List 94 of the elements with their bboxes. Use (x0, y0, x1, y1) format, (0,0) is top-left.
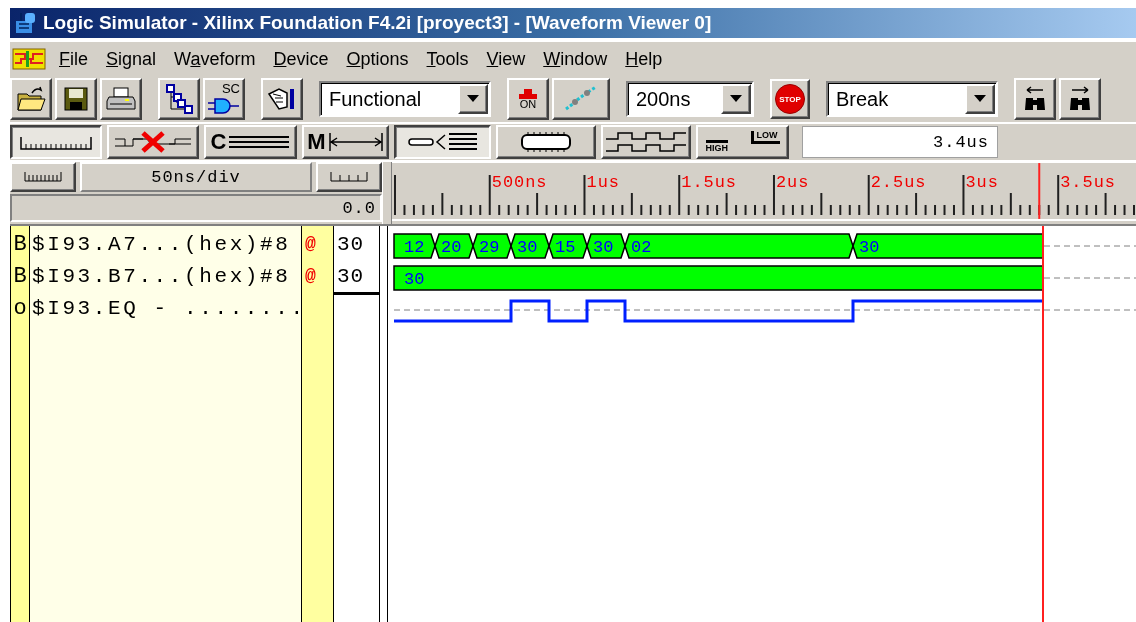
find-next-button[interactable] (1059, 78, 1101, 120)
menu-item[interactable]: Waveform (165, 48, 265, 70)
menu-item[interactable]: Tools (417, 48, 478, 70)
caret-icon (467, 95, 479, 103)
align-icon (406, 131, 479, 153)
step-dropdown[interactable]: 200ns (626, 81, 754, 117)
menu-item[interactable]: Options (337, 48, 418, 70)
align-button[interactable] (394, 125, 491, 159)
comment-button[interactable]: C (204, 125, 297, 159)
offset-field: 0.0 (10, 194, 382, 222)
gate-icon (207, 97, 241, 115)
bus-value: 02 (631, 238, 652, 257)
clock-button[interactable] (601, 125, 691, 159)
time-label: 2us (775, 173, 810, 192)
menu-item[interactable]: Device (264, 48, 338, 70)
save-icon (63, 86, 89, 112)
break-dropdown[interactable]: Break (826, 81, 998, 117)
measure-icon (327, 131, 384, 153)
bus-segment (472, 233, 512, 259)
stop-button[interactable]: STOP (770, 79, 810, 119)
marker: @ (305, 234, 316, 254)
comment-lines-icon (228, 134, 291, 150)
menu-item[interactable]: Window (534, 48, 617, 70)
signal-name[interactable]: $I93.A7...(hex)#8 (32, 232, 291, 256)
schematic-button[interactable]: SC (203, 78, 245, 120)
find-previous-button[interactable] (1014, 78, 1056, 120)
signal-value: 30 (337, 232, 365, 256)
dropdown-button[interactable] (721, 84, 751, 114)
pointer-button[interactable] (261, 78, 303, 120)
power-on-button[interactable]: ON (507, 78, 549, 120)
bus-value: 15 (555, 238, 576, 257)
time-label: 2.5us (870, 173, 927, 192)
signal-type: B (13, 231, 27, 257)
menu-item[interactable]: View (477, 48, 535, 70)
time-label: 3us (965, 173, 999, 192)
time-label: 1.5us (681, 173, 738, 192)
app-icon (13, 11, 37, 35)
cursor-line (1038, 162, 1041, 220)
signal-value: 30 (337, 264, 365, 288)
ruler-icon (20, 134, 92, 150)
zoom-out-button[interactable] (316, 162, 382, 192)
folder-icon (16, 86, 46, 112)
signal-type: o (13, 295, 27, 321)
dropdown-button[interactable] (965, 84, 995, 114)
time-label: 500ns (491, 173, 548, 192)
signal-type: B (13, 263, 27, 289)
clock-wave-icon (605, 130, 687, 154)
caret-icon (730, 95, 742, 103)
bus-value: 30 (517, 238, 538, 257)
menu-item[interactable]: Signal (97, 48, 166, 70)
hierarchy-icon (165, 84, 193, 114)
printer-icon (106, 86, 136, 112)
caret-icon (974, 95, 986, 103)
high-low-button[interactable]: HIGH LOW (696, 125, 789, 159)
signal-name[interactable]: $I93.B7...(hex)#8 (32, 264, 291, 288)
bus-value: 30 (404, 270, 425, 289)
hierarchy-button[interactable] (158, 78, 200, 120)
bus-segment (510, 233, 550, 259)
ruler-button[interactable] (10, 125, 102, 159)
binoculars-icon (1068, 86, 1092, 112)
bus-value: 30 (593, 238, 614, 257)
delete-transition-icon (113, 130, 193, 154)
save-button[interactable] (55, 78, 97, 120)
switch-icon (519, 89, 537, 99)
dropdown-button[interactable] (458, 84, 488, 114)
delete-transition-button[interactable] (107, 125, 199, 159)
signal-name[interactable]: $I93.EQ - ........ (32, 296, 306, 320)
time-label: 3.5us (1060, 173, 1116, 192)
bus-value: 29 (479, 238, 500, 257)
chip-icon (520, 131, 572, 153)
open-button[interactable] (10, 78, 52, 120)
zoom-in-button[interactable] (10, 162, 76, 192)
bus-value: 30 (859, 238, 880, 257)
binoculars-icon (1023, 86, 1047, 112)
bus-segment (434, 233, 474, 259)
measure-button[interactable]: M (302, 125, 389, 159)
time-label: 1us (586, 173, 620, 192)
bus-segment (393, 233, 436, 259)
bus-button[interactable] (496, 125, 596, 159)
bus-segment (548, 233, 588, 259)
marker: @ (305, 266, 316, 286)
scale-label: 50ns/div (80, 162, 312, 192)
bus-value: 20 (441, 238, 462, 257)
menu-item[interactable]: Help (616, 48, 672, 70)
ruler-icon (24, 172, 62, 182)
mode-dropdown[interactable]: Functional (319, 81, 491, 117)
bus-value: 12 (404, 238, 425, 257)
probe-button[interactable] (552, 78, 610, 120)
ruler-icon (330, 172, 368, 182)
menu-item[interactable]: File (50, 48, 97, 70)
app-menu-icon[interactable] (12, 48, 46, 70)
print-button[interactable] (100, 78, 142, 120)
time-field[interactable]: 3.4us (802, 126, 998, 158)
window-title: Logic Simulator - Xilinx Foundation F4.2i [proyect3] - [Waveform Viewer 0] (43, 12, 712, 34)
